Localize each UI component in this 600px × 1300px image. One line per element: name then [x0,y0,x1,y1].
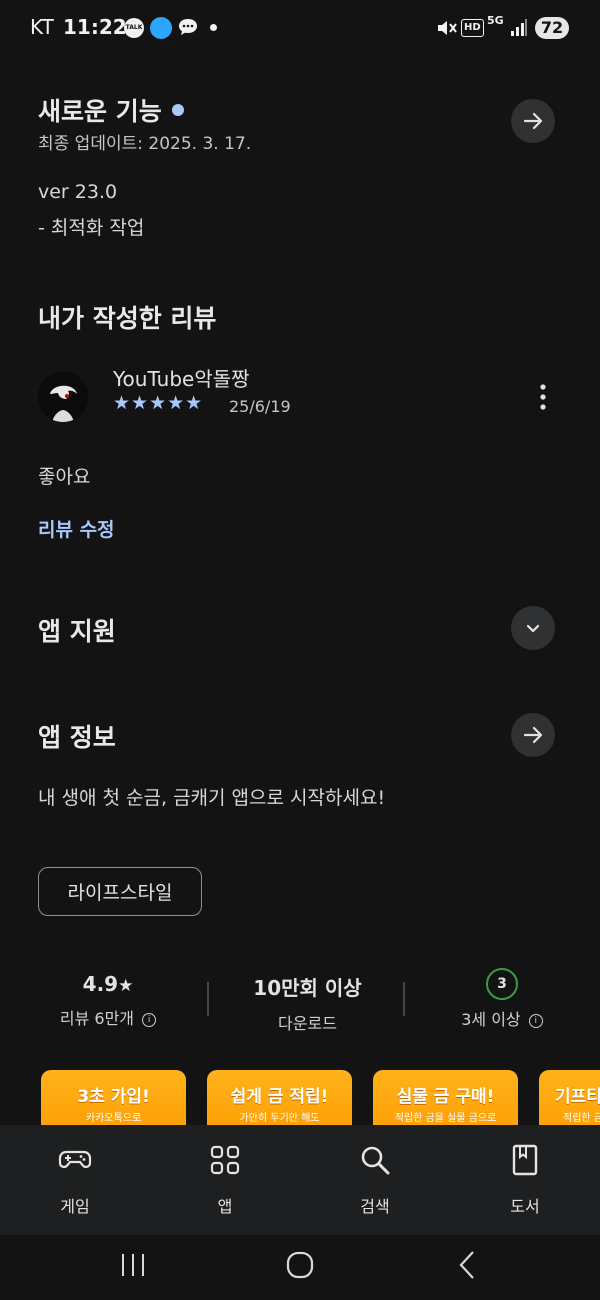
hd-voice-icon: HD [461,19,484,37]
nav-games-label: 게임 [60,1197,90,1216]
chevron-down-icon [526,624,540,633]
arrow-right-icon [523,112,543,130]
whats-new-arrow-button[interactable] [511,99,555,143]
home-icon [286,1251,314,1279]
screenshot-card[interactable]: 기프티 적립한 금 [539,1070,600,1125]
more-vert-icon [540,384,546,410]
download-label: 다운로드 [278,1014,337,1033]
star-icon: ★ [118,976,134,996]
search-icon [361,1146,390,1175]
review-text: 좋아요 [38,466,91,488]
last-updated: 최종 업데이트: 2025. 3. 17. [38,134,252,154]
downloads-stat: 10만회 이상 다운로드 [235,972,380,1034]
book-icon [512,1144,538,1176]
nav-apps-label: 앱 [217,1197,233,1216]
new-dot-icon [171,104,184,116]
recent-apps-button[interactable] [118,1251,148,1279]
bottom-navigation: 게임 앱 검색 도서 [0,1125,600,1235]
review-count: 리뷰 6만개 [59,1009,135,1028]
review-date: 25/6/19 [229,397,291,416]
stat-divider [207,982,209,1016]
kakaotalk-icon: TALK [124,18,144,38]
rating-value: 4.9 [82,972,119,996]
nav-apps[interactable]: 앱 [170,1125,280,1235]
back-chevron-icon [459,1251,474,1279]
status-bar: KT 11:22 TALK HD 5G 72 [0,0,600,56]
edit-review-link[interactable]: 리뷰 수정 [38,515,115,542]
nav-books[interactable]: 도서 [470,1125,580,1235]
nav-games[interactable]: 게임 [20,1125,130,1235]
avatar [38,372,88,422]
home-button[interactable] [285,1250,315,1280]
info-icon[interactable]: i [528,1013,543,1028]
more-notifications-dot [210,24,217,31]
screenshot-carousel[interactable]: 3초 가입! 카카오톡으로 쉽게 금 적립! 가만히 두기만 해도 실물 금 구… [0,1070,600,1125]
arrow-right-icon [523,726,543,744]
whats-new-title: 새로운 기능 [38,97,162,126]
carrier-label: KT [30,15,54,39]
screenshot-card[interactable]: 쉽게 금 적립! 가만히 두기만 해도 [207,1070,352,1125]
mute-icon [435,17,457,43]
clock: 11:22 [63,15,127,39]
age-rating-badge: 3 [486,968,518,1000]
app-info-arrow-button[interactable] [511,713,555,757]
age-rating-label: 3세 이상 [461,1010,521,1029]
screenshot-card[interactable]: 실물 금 구매! 적립한 금을 실물 금으로 [373,1070,518,1125]
app-support-title[interactable]: 앱 지원 [38,612,116,648]
update-note: - 최적화 작업 [38,217,145,239]
category-chip[interactable]: 라이프스타일 [38,867,202,916]
apps-grid-icon [210,1145,240,1175]
back-button[interactable] [455,1249,479,1281]
message-icon [177,17,199,37]
stat-divider [403,982,405,1016]
app-info-title[interactable]: 앱 정보 [38,718,116,754]
review-more-button[interactable] [531,382,555,412]
battery-indicator: 72 [535,17,569,39]
reviewer-name: YouTube악돌짱 [113,367,250,391]
age-rating-stat: 3 3세 이상 i [432,968,572,1030]
app-support-expand-button[interactable] [511,606,555,650]
star-rating: ★★★★★ [113,392,204,414]
download-count: 10만회 이상 [253,976,362,1000]
app-description: 내 생애 첫 순금, 금캐기 앱으로 시작하세요! [38,787,386,809]
gamepad-icon [58,1150,92,1169]
nav-search[interactable]: 검색 [320,1125,430,1235]
system-navigation-bar [0,1235,600,1300]
nav-search-label: 검색 [360,1197,390,1216]
version-text: ver 23.0 [38,181,118,203]
nav-books-label: 도서 [510,1197,540,1216]
signal-icon [510,17,528,41]
network-type: 5G [487,14,504,27]
rating-stat: 4.9★ 리뷰 6만개 i [38,972,178,1029]
info-icon[interactable]: i [142,1012,157,1027]
my-review-title: 내가 작성한 리뷰 [38,304,217,333]
screenshot-card[interactable]: 3초 가입! 카카오톡으로 [41,1070,186,1125]
app-notification-icon [150,17,172,39]
whats-new-header[interactable]: 새로운 기능 [38,92,184,128]
recent-apps-icon [122,1254,144,1276]
